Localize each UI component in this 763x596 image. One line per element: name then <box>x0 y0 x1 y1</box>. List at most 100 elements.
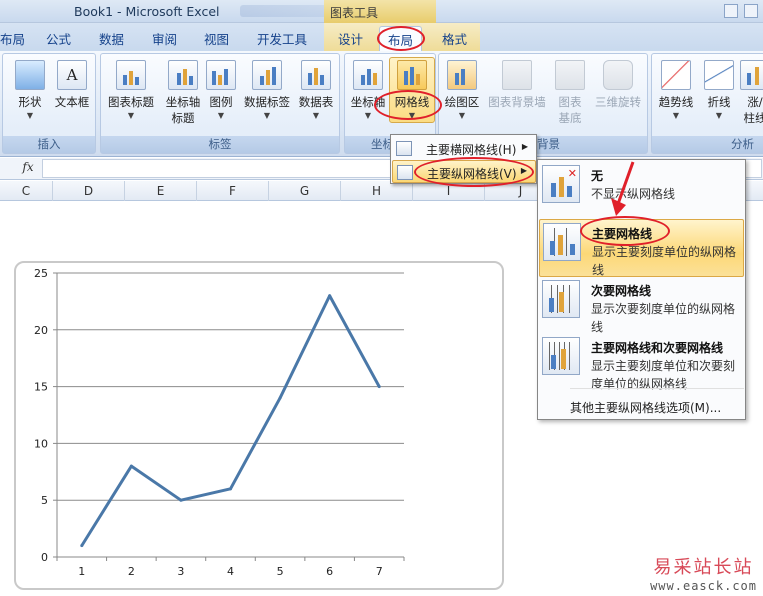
legend-icon <box>206 60 236 90</box>
data-labels-icon <box>252 60 282 90</box>
up-down-bars-button[interactable]: 涨/ 柱线 <box>740 60 763 126</box>
tab-design[interactable]: 设计 <box>338 29 363 48</box>
series-line <box>80 294 381 547</box>
axes-icon <box>353 60 383 90</box>
gridlines-button[interactable]: 网格线 ▼ <box>389 57 435 123</box>
gridlines-menu: 主要横网格线(H) ▶ 主要纵网格线(V) ▶ <box>390 134 537 184</box>
tab-layout[interactable]: 布局 <box>379 26 423 51</box>
gridlines-icon <box>397 60 427 90</box>
x-tick-label: 1 <box>78 565 85 578</box>
option-title: 无 <box>591 169 604 183</box>
chevron-right-icon: ▶ <box>521 142 528 151</box>
data-table-icon <box>301 60 331 90</box>
option-minor-gridlines[interactable]: 次要网格线 显示次要刻度单位的纵网格线 <box>539 277 744 335</box>
menu-item-vertical-gridlines[interactable]: 主要纵网格线(V) ▶ <box>392 160 536 183</box>
option-none[interactable]: ✕ 无 不显示纵网格线 <box>539 162 744 220</box>
up-down-bars-icon <box>740 60 763 90</box>
chevron-down-icon: ▼ <box>672 111 680 120</box>
option-desc: 不显示纵网格线 <box>591 187 676 201</box>
chart-title-label: 图表标题 <box>108 95 154 109</box>
chart-floor-button[interactable]: 图表 基底 <box>551 60 589 126</box>
axis-titles-label: 坐标轴 标题 <box>165 95 201 125</box>
tab-format[interactable]: 格式 <box>442 29 467 48</box>
horizontal-gridlines-icon <box>396 141 412 156</box>
group-insert: 形状 ▼ A 文本框 插入 <box>2 53 96 154</box>
maximize-icon[interactable] <box>744 4 758 18</box>
shapes-button[interactable]: 形状 ▼ <box>9 60 51 120</box>
vertical-gridlines-submenu: ✕ 无 不显示纵网格线 主要网格线 显示主要刻度单位的纵网格线 次要网格线 显示… <box>537 159 746 420</box>
x-tick-label: 5 <box>277 565 284 578</box>
option-major-minor-gridlines[interactable]: 主要网格线和次要网格线 显示主要刻度单位和次要刻度单位的纵网格线 <box>539 334 744 392</box>
chart-svg: 0 5 10 15 20 25 1 2 3 4 5 6 7 <box>34 267 405 578</box>
chart-wall-button[interactable]: 图表背景墙 <box>484 60 550 110</box>
chevron-down-icon: ▼ <box>408 111 416 120</box>
x-tick-label: 2 <box>128 565 135 578</box>
option-title: 次要网格线 <box>591 284 652 298</box>
group-labels: 图表标题 ▼ 坐标轴 标题 图例 ▼ 数据标签 ▼ 数据表 ▼ 标签 <box>100 53 340 154</box>
tab-view[interactable]: 视图 <box>204 29 229 48</box>
option-title: 主要网格线 <box>592 227 653 241</box>
tab-review[interactable]: 审阅 <box>152 29 177 48</box>
tab-page-layout[interactable]: 布局 <box>0 29 25 48</box>
column-header[interactable]: H <box>341 181 413 201</box>
chart-tools-context-header: 图表工具 <box>324 0 436 23</box>
column-header[interactable]: E <box>125 181 197 201</box>
chevron-down-icon: ▼ <box>715 111 723 120</box>
chevron-down-icon: ▼ <box>312 111 320 120</box>
trendline-button[interactable]: 趋势线 ▼ <box>654 60 698 120</box>
chevron-down-icon: ▼ <box>364 111 372 120</box>
tab-data[interactable]: 数据 <box>99 29 124 48</box>
chevron-right-icon: ▶ <box>520 166 527 175</box>
data-table-button[interactable]: 数据表 ▼ <box>294 60 338 120</box>
watermark-title: 易采站长站 <box>653 557 754 578</box>
textbox-button[interactable]: A 文本框 <box>51 60 93 110</box>
ribbon: 形状 ▼ A 文本框 插入 图表标题 ▼ 坐标轴 标题 图例 ▼ 数据标签 ▼ … <box>0 51 763 157</box>
more-gridlines-options[interactable]: 其他主要纵网格线选项(M)... <box>570 399 721 416</box>
menu-item-label: 主要纵网格线(V) <box>427 167 517 181</box>
column-header[interactable]: D <box>53 181 125 201</box>
legend-label: 图例 <box>209 95 233 109</box>
group-analysis: 趋势线 ▼ 折线 ▼ 涨/ 柱线 分析 <box>651 53 763 154</box>
chart-title-button[interactable]: 图表标题 ▼ <box>104 60 158 120</box>
watermark-url: www.easck.com <box>650 579 757 593</box>
shapes-icon <box>15 60 45 90</box>
data-labels-button[interactable]: 数据标签 ▼ <box>239 60 295 120</box>
column-header[interactable]: F <box>197 181 269 201</box>
legend-button[interactable]: 图例 ▼ <box>204 60 238 120</box>
group-label: 标签 <box>101 136 339 153</box>
chart-wall-icon <box>502 60 532 90</box>
column-header[interactable]: G <box>269 181 341 201</box>
title-bar: Book1 - Microsoft Excel 图表工具 <box>0 0 763 23</box>
menu-item-horizontal-gridlines[interactable]: 主要横网格线(H) ▶ <box>392 137 536 160</box>
axes-button[interactable]: 坐标轴 ▼ <box>347 60 389 120</box>
minimize-icon[interactable] <box>724 4 738 18</box>
axis-titles-icon <box>168 60 198 90</box>
tab-formulas[interactable]: 公式 <box>46 29 71 48</box>
minor-gridlines-icon <box>542 280 580 318</box>
site-watermark: 易采站长站 www.easck.com <box>650 553 757 593</box>
tab-developer[interactable]: 开发工具 <box>257 29 307 48</box>
textbox-icon: A <box>57 60 87 90</box>
insert-function-icon[interactable]: fx <box>16 160 40 177</box>
axis-titles-button[interactable]: 坐标轴 标题 <box>157 60 209 126</box>
gridlines-label: 网格线 <box>394 95 430 109</box>
data-point <box>278 396 282 400</box>
x-tick-label: 3 <box>177 565 184 578</box>
trendline-label: 趋势线 <box>658 95 694 109</box>
3d-rotation-button[interactable]: 三维旋转 <box>591 60 645 110</box>
column-header[interactable]: C <box>0 181 53 201</box>
major-gridlines-icon <box>543 223 581 261</box>
y-tick-label: 25 <box>34 267 48 280</box>
data-point <box>229 487 232 491</box>
menu-separator <box>570 388 744 389</box>
option-major-gridlines[interactable]: 主要网格线 显示主要刻度单位的纵网格线 <box>539 219 744 277</box>
column-header[interactable]: I <box>413 181 485 201</box>
chevron-down-icon: ▼ <box>127 111 135 120</box>
chart-floor-icon <box>555 60 585 90</box>
line-chart[interactable]: 0 5 10 15 20 25 1 2 3 4 5 6 7 <box>14 261 504 590</box>
x-tick-label: 7 <box>376 565 383 578</box>
y-tick-label: 15 <box>34 381 48 394</box>
plot-area-button[interactable]: 绘图区 ▼ <box>441 60 483 120</box>
chart-floor-label: 图表 基底 <box>558 95 582 125</box>
lines-button[interactable]: 折线 ▼ <box>700 60 738 120</box>
